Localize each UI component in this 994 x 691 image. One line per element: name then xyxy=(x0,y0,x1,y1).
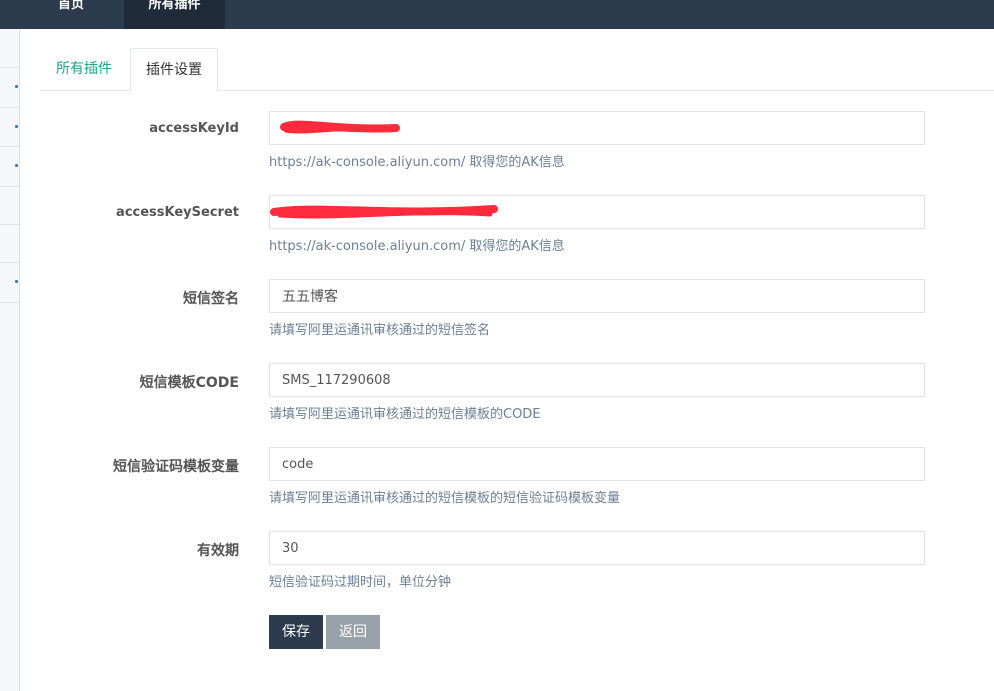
topnav-all-plugins-label: 所有插件 xyxy=(148,0,201,12)
access-key-secret-help: https://ak-console.aliyun.com/ 取得您的AK信息 xyxy=(269,239,565,254)
access-key-id-label: accessKeyId xyxy=(149,121,239,136)
validity-period-input[interactable] xyxy=(269,531,925,565)
sidebar-item[interactable] xyxy=(0,68,19,108)
sidebar-item[interactable] xyxy=(0,29,19,68)
tab-bar: 所有插件 插件设置 xyxy=(40,48,994,92)
tab-plugin-settings[interactable]: 插件设置 xyxy=(130,48,218,92)
access-key-secret-input[interactable] xyxy=(269,195,925,229)
form-row-sms-template-code: 短信模板CODE 请填写阿里运通讯审核通过的短信模板的CODE xyxy=(0,363,994,447)
sms-template-variable-help: 请填写阿里运通讯审核通过的短信模板的短信验证码模板变量 xyxy=(269,491,621,506)
sms-template-variable-input[interactable] xyxy=(269,447,925,481)
sms-signature-label: 短信签名 xyxy=(183,291,239,307)
form-row-sms-signature: 短信签名 请填写阿里运通讯审核通过的短信签名 xyxy=(0,279,994,363)
save-button[interactable]: 保存 xyxy=(269,615,323,649)
top-navbar: 首页 所有插件 xyxy=(0,0,994,29)
sms-template-variable-label: 短信验证码模板变量 xyxy=(113,459,239,475)
access-key-id-help: https://ak-console.aliyun.com/ 取得您的AK信息 xyxy=(269,155,565,170)
access-key-secret-label: accessKeySecret xyxy=(116,205,239,220)
form-row-access-key-secret: accessKeySecret https://ak-console.aliyu… xyxy=(0,195,994,279)
form-row-validity-period: 有效期 短信验证码过期时间，单位分钟 xyxy=(0,531,994,615)
form-row-sms-template-variable: 短信验证码模板变量 请填写阿里运通讯审核通过的短信模板的短信验证码模板变量 xyxy=(0,447,994,531)
chevron-icon xyxy=(15,85,18,88)
validity-period-label: 有效期 xyxy=(197,543,239,559)
sms-template-code-label: 短信模板CODE xyxy=(139,375,239,391)
form-row-access-key-id: accessKeyId https://ak-console.aliyun.co… xyxy=(0,111,994,195)
topnav-home-label: 首页 xyxy=(57,0,84,12)
topnav-all-plugins[interactable]: 所有插件 xyxy=(124,0,225,29)
sms-template-code-input[interactable] xyxy=(269,363,925,397)
topnav-home[interactable]: 首页 xyxy=(40,0,102,29)
sms-signature-input[interactable] xyxy=(269,279,925,313)
tab-all-plugins[interactable]: 所有插件 xyxy=(40,48,128,91)
sms-signature-help: 请填写阿里运通讯审核通过的短信签名 xyxy=(269,323,491,338)
access-key-id-input[interactable] xyxy=(269,111,925,145)
back-button[interactable]: 返回 xyxy=(326,615,380,649)
sms-template-code-help: 请填写阿里运通讯审核通过的短信模板的CODE xyxy=(269,407,541,422)
validity-period-help: 短信验证码过期时间，单位分钟 xyxy=(269,575,452,590)
